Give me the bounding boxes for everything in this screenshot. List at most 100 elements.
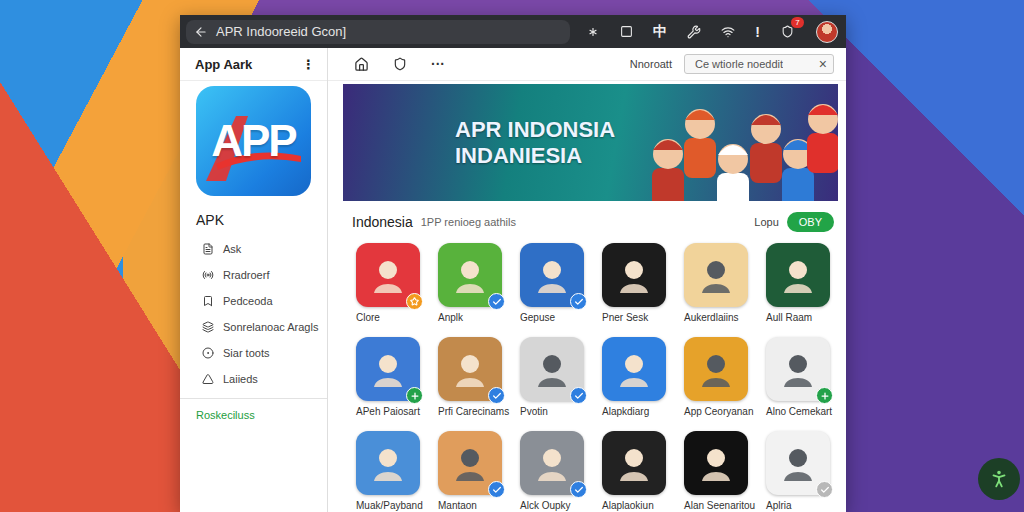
sidebar-item[interactable]: Sonrelanoac Aragls	[180, 314, 327, 340]
banner: APR INDONSIAINDANIESIA	[343, 84, 838, 201]
app-item[interactable]: Alno Cemekart	[766, 337, 842, 417]
wrench-icon[interactable]	[687, 25, 701, 39]
app-tile[interactable]	[602, 337, 666, 401]
app-name: Aplria	[766, 500, 842, 511]
app-item[interactable]: Aukerdlaiins	[684, 243, 760, 323]
address-bar[interactable]: APR Indooreeid Gcon]	[186, 20, 570, 44]
app-logo: APP	[196, 86, 311, 196]
sidebar-header: App Aark ⋮	[180, 48, 327, 81]
sidebar-item[interactable]: Siar toots	[180, 340, 327, 366]
language-glyph[interactable]: 中	[653, 23, 667, 41]
sidebar-item[interactable]: Pedceoda	[180, 288, 327, 314]
app-item[interactable]: App Ceoryanan	[684, 337, 760, 417]
app-tile[interactable]	[766, 243, 830, 307]
app-item[interactable]: Muak/Payband	[356, 431, 432, 511]
app-name: Alapkdiarg	[602, 406, 678, 417]
app-badge	[406, 293, 423, 310]
app-tile[interactable]	[684, 431, 748, 495]
app-tile[interactable]	[684, 337, 748, 401]
sidebar-title: App Aark	[195, 57, 252, 72]
app-item[interactable]: Clore	[356, 243, 432, 323]
app-item[interactable]: Pvotin	[520, 337, 596, 417]
window-body: App Aark ⋮ APP APKAskRradroerfPedceodaSonre…	[180, 48, 846, 512]
more-button[interactable]: ···	[431, 56, 445, 72]
clear-button[interactable]: ×	[819, 56, 827, 72]
app-name: Gepuse	[520, 312, 596, 323]
square-icon[interactable]	[620, 25, 633, 38]
app-item[interactable]: Alan Seenaritou	[684, 431, 760, 511]
app-badge	[406, 387, 423, 404]
app-badge	[570, 387, 587, 404]
header-label[interactable]: Nnoroatt	[630, 58, 672, 70]
app-tile[interactable]	[438, 337, 502, 401]
app-figure-icon	[614, 349, 654, 389]
app-item[interactable]: Alck Oupky	[520, 431, 596, 511]
shield-icon[interactable]	[393, 57, 407, 71]
app-grid: Clore Anplk Gepuse Pner SeskAukerdlaiinsAul…	[328, 233, 846, 511]
floating-button[interactable]	[978, 458, 1020, 500]
home-icon[interactable]	[354, 57, 369, 72]
sidebar-item[interactable]: Rradroerf	[180, 262, 327, 288]
sidebar-menu[interactable]: ⋮	[302, 57, 315, 72]
app-badge	[488, 481, 505, 498]
app-tile[interactable]	[520, 431, 584, 495]
app-tile[interactable]	[356, 337, 420, 401]
app-item[interactable]: Alaplaokiun	[602, 431, 678, 511]
app-tile[interactable]	[356, 243, 420, 307]
app-tile[interactable]	[602, 243, 666, 307]
sidebar-item[interactable]: Laiieds	[180, 366, 327, 392]
sidebar-heading: APK	[180, 196, 327, 236]
wifi-icon[interactable]	[721, 25, 735, 39]
app-item[interactable]: Alapkdiarg	[602, 337, 678, 417]
sidebar-item[interactable]: Ask	[180, 236, 327, 262]
section-title: Indonesia	[352, 214, 413, 230]
app-figure-icon	[368, 349, 408, 389]
app-item[interactable]: Prfi Carecinams	[438, 337, 514, 417]
app-tile[interactable]	[438, 243, 502, 307]
app-tile[interactable]	[684, 243, 748, 307]
app-tile[interactable]	[520, 337, 584, 401]
alert-glyph[interactable]: !	[755, 24, 760, 40]
notification[interactable]: 7	[780, 24, 796, 40]
app-item[interactable]: Aull Raam	[766, 243, 842, 323]
section-header: Indonesia1PP renioeg aathilsLopuOBY	[328, 201, 846, 233]
app-item[interactable]: Anplk	[438, 243, 514, 323]
app-figure-icon	[450, 349, 490, 389]
search-field[interactable]: Ce wtiorle noeddit ×	[684, 54, 834, 74]
app-tile[interactable]	[766, 337, 830, 401]
logo-text: APP	[211, 116, 295, 166]
sidebar-footer[interactable]: Roskeciluss	[180, 398, 327, 421]
back-arrow-icon[interactable]	[194, 25, 208, 39]
app-figure-icon	[368, 443, 408, 483]
notification-badge: 7	[791, 17, 804, 28]
person-icon	[988, 468, 1010, 490]
section-button[interactable]: OBY	[787, 212, 834, 232]
asterisk-icon[interactable]	[586, 25, 600, 39]
sidebar-item-icon	[202, 269, 214, 281]
app-name: Prfi Carecinams	[438, 406, 514, 417]
check-icon	[492, 297, 502, 307]
app-tile[interactable]	[520, 243, 584, 307]
app-tile[interactable]	[438, 431, 502, 495]
check-icon	[574, 485, 584, 495]
app-item[interactable]: Aplria	[766, 431, 842, 511]
app-tile[interactable]	[602, 431, 666, 495]
app-tile[interactable]	[766, 431, 830, 495]
sidebar-item-icon	[202, 295, 214, 307]
app-figure-icon	[532, 349, 572, 389]
section-link[interactable]: Lopu	[754, 216, 778, 228]
app-name: Clore	[356, 312, 432, 323]
app-tile[interactable]	[356, 431, 420, 495]
app-item[interactable]: Mantaon	[438, 431, 514, 511]
top-bar: APR Indooreeid Gcon] 中! 7	[180, 15, 846, 48]
top-icons: 中! 7	[582, 21, 838, 43]
app-badge	[816, 481, 833, 498]
app-item[interactable]: Gepuse	[520, 243, 596, 323]
search-placeholder: Ce wtiorle noeddit	[695, 58, 783, 70]
app-item[interactable]: APeh Paiosart	[356, 337, 432, 417]
app-name: Alno Cemekart	[766, 406, 842, 417]
address-text: APR Indooreeid Gcon]	[216, 24, 346, 39]
app-item[interactable]: Pner Sesk	[602, 243, 678, 323]
app-name: Alck Oupky	[520, 500, 596, 511]
avatar[interactable]	[816, 21, 838, 43]
